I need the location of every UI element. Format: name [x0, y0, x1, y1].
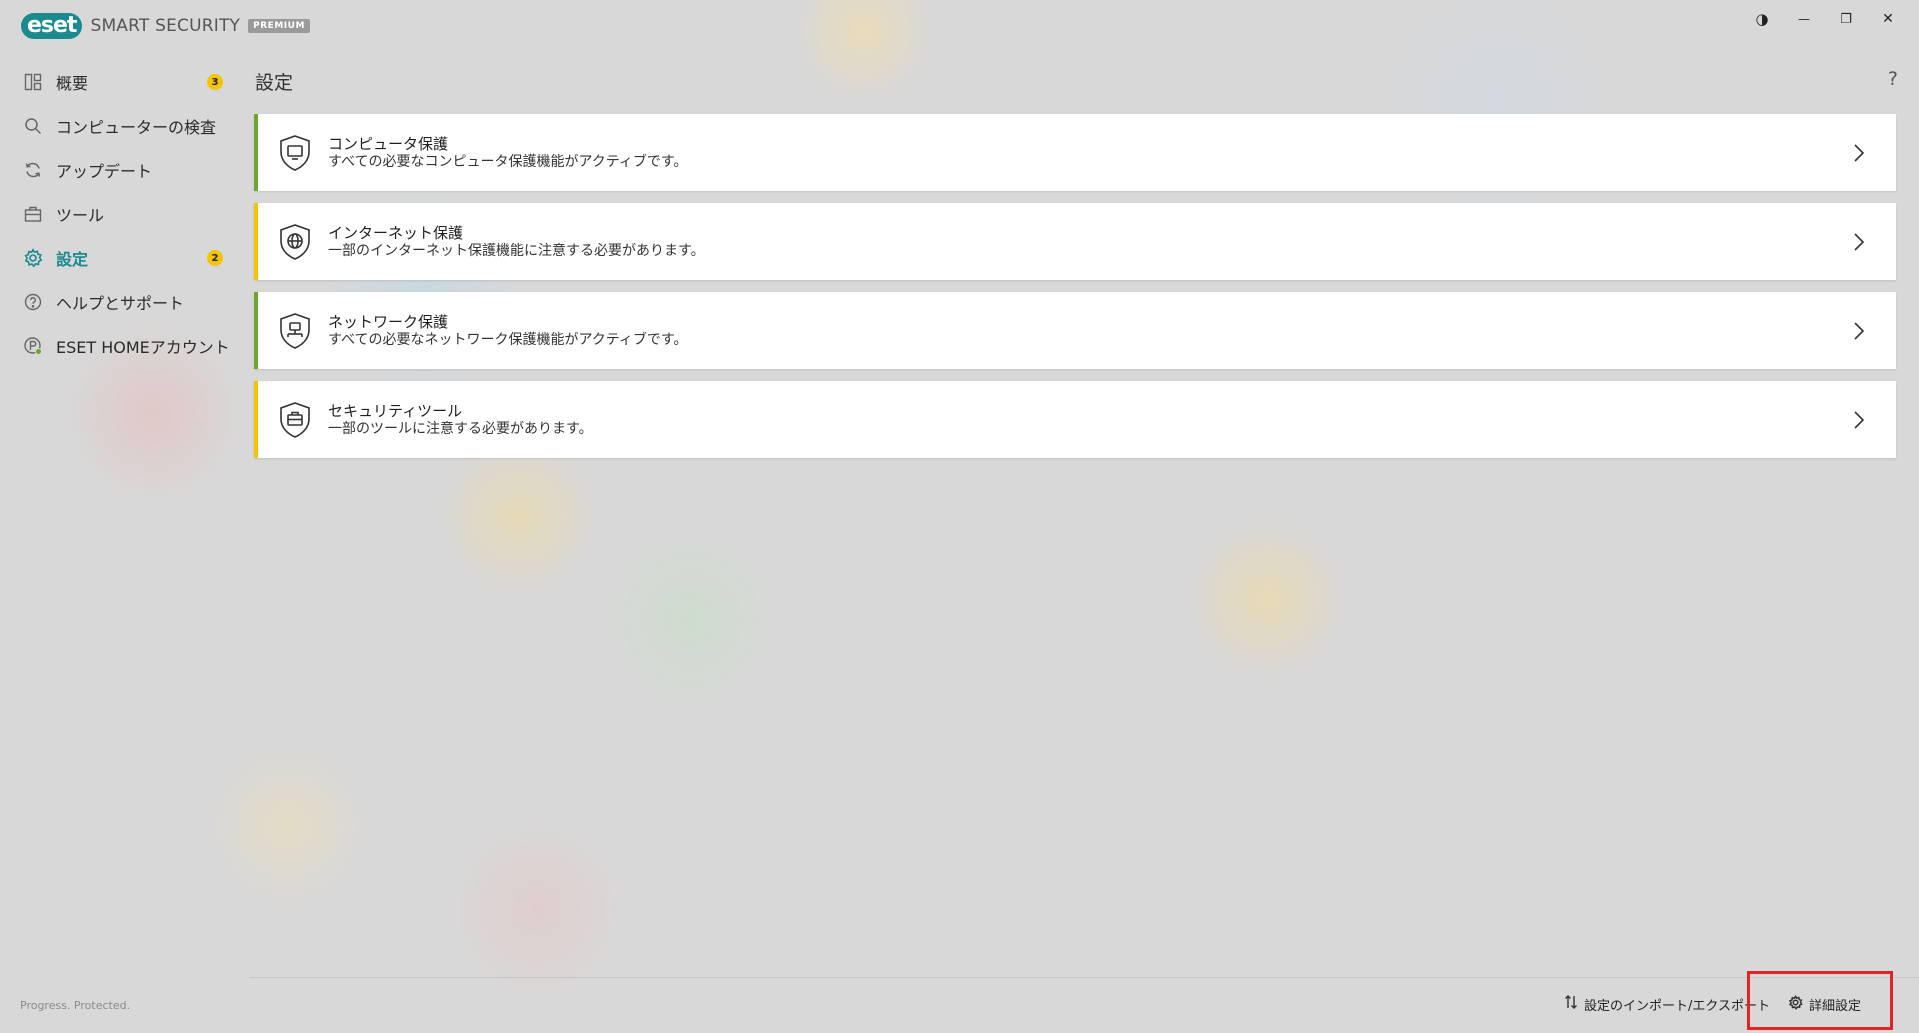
search-icon — [22, 115, 44, 137]
chevron-right-icon — [1844, 405, 1874, 435]
internet-protection-card[interactable]: インターネット保護 一部のインターネット保護機能に注意する必要があります。 — [254, 203, 1896, 280]
gear-icon — [22, 247, 44, 269]
card-subtitle: すべての必要なコンピュータ保護機能がアクティブです。 — [328, 153, 688, 170]
app-logo: eset SMART SECURITY PREMIUM — [21, 12, 310, 40]
eset-window: eset SMART SECURITY PREMIUM ◑ — ❐ ✕ 概要 3 — [0, 0, 1919, 1033]
footer-actions: 設定のインポート/エクスポート 詳細設定 — [1564, 993, 1861, 1015]
import-export-button[interactable]: 設定のインポート/エクスポート — [1564, 993, 1770, 1015]
dashboard-icon — [22, 71, 44, 93]
account-icon — [22, 335, 44, 357]
sidebar-item-overview[interactable]: 概要 3 — [0, 60, 240, 104]
sidebar-item-label: ESET HOMEアカウント — [56, 338, 230, 357]
card-title: セキュリティツール — [328, 401, 463, 420]
sidebar-item-scan[interactable]: コンピューターの検査 — [0, 104, 240, 148]
refresh-icon — [22, 159, 44, 181]
shield-network-icon — [280, 312, 310, 349]
advanced-setup-button[interactable]: 詳細設定 — [1788, 993, 1861, 1015]
sidebar-item-tools[interactable]: ツール — [0, 192, 240, 236]
restore-button[interactable]: ❐ — [1825, 6, 1867, 32]
product-name: SMART SECURITY — [90, 16, 241, 36]
sidebar-item-label: 設定 — [56, 250, 89, 269]
sidebar-item-label: アップデート — [56, 162, 153, 181]
chevron-right-icon — [1844, 316, 1874, 346]
card-subtitle: 一部のツールに注意する必要があります。 — [328, 420, 593, 437]
theme-toggle-button[interactable]: ◑ — [1741, 6, 1783, 32]
close-button[interactable]: ✕ — [1867, 6, 1909, 32]
help-button[interactable]: ? — [1888, 68, 1898, 90]
shield-globe-icon — [280, 223, 310, 260]
computer-protection-card[interactable]: コンピュータ保護 すべての必要なコンピュータ保護機能がアクティブです。 — [254, 114, 1896, 191]
toolbox-icon — [22, 203, 44, 225]
restore-icon: ❐ — [1840, 11, 1852, 27]
eset-logo-mark: eset — [21, 13, 83, 39]
chevron-right-icon — [1844, 138, 1874, 168]
import-export-label: 設定のインポート/エクスポート — [1583, 998, 1770, 1014]
sidebar-item-label: ヘルプとサポート — [56, 294, 185, 313]
import-export-icon — [1564, 994, 1578, 1014]
notification-badge: 2 — [207, 250, 223, 266]
sidebar-item-help[interactable]: ヘルプとサポート — [0, 280, 240, 324]
tier-badge: PREMIUM — [248, 19, 310, 33]
sidebar-item-label: コンピューターの検査 — [56, 118, 217, 137]
minimize-button[interactable]: — — [1783, 6, 1825, 32]
contrast-icon: ◑ — [1755, 10, 1769, 28]
sidebar-item-setup[interactable]: 設定 2 — [0, 236, 240, 280]
card-subtitle: すべての必要なネットワーク保護機能がアクティブです。 — [328, 331, 688, 348]
footer-divider — [250, 977, 1919, 978]
sidebar: 概要 3 コンピューターの検査 アップデート ツール 設定 2 ヘルプとサポート… — [0, 60, 240, 368]
shield-briefcase-icon — [280, 401, 310, 438]
tagline: Progress. Protected. — [20, 999, 131, 1012]
sidebar-item-account[interactable]: ESET HOMEアカウント — [0, 324, 240, 368]
advanced-setup-label: 詳細設定 — [1808, 998, 1861, 1014]
help-circle-icon — [22, 291, 44, 313]
security-tools-card[interactable]: セキュリティツール 一部のツールに注意する必要があります。 — [254, 381, 1896, 458]
window-controls: ◑ — ❐ ✕ — [1741, 6, 1909, 32]
sidebar-item-label: 概要 — [56, 74, 89, 93]
card-title: ネットワーク保護 — [328, 312, 449, 331]
setup-cards: コンピュータ保護 すべての必要なコンピュータ保護機能がアクティブです。 インター… — [254, 114, 1896, 470]
close-icon: ✕ — [1882, 11, 1894, 27]
card-subtitle: 一部のインターネット保護機能に注意する必要があります。 — [328, 242, 705, 259]
chevron-right-icon — [1844, 227, 1874, 257]
network-protection-card[interactable]: ネットワーク保護 すべての必要なネットワーク保護機能がアクティブです。 — [254, 292, 1896, 369]
minimize-icon: — — [1798, 12, 1810, 26]
page-title: 設定 — [255, 72, 294, 94]
gear-icon — [1788, 994, 1803, 1014]
notification-badge: 3 — [207, 74, 223, 90]
shield-computer-icon — [280, 134, 310, 171]
card-title: インターネット保護 — [328, 223, 464, 242]
sidebar-item-label: ツール — [56, 206, 105, 225]
card-title: コンピュータ保護 — [328, 134, 449, 153]
sidebar-item-update[interactable]: アップデート — [0, 148, 240, 192]
